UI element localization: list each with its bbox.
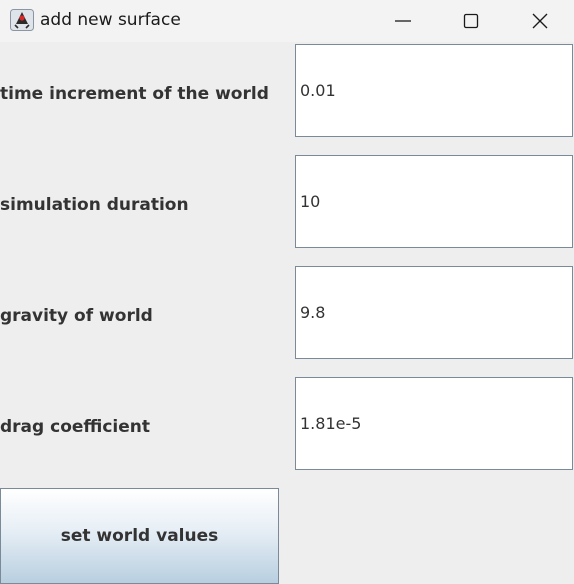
set-world-values-button[interactable]: set world values	[0, 488, 279, 584]
drag-coefficient-input[interactable]	[295, 377, 573, 470]
gravity-input[interactable]	[295, 266, 573, 359]
java-duke-icon	[10, 9, 34, 31]
maximize-icon	[463, 13, 479, 29]
window-title: add new surface	[40, 10, 181, 30]
time-increment-label: time increment of the world	[0, 84, 269, 104]
title-bar[interactable]: add new surface	[0, 0, 574, 42]
simulation-duration-label: simulation duration	[0, 195, 189, 215]
time-increment-input[interactable]	[295, 44, 573, 137]
gravity-label: gravity of world	[0, 306, 153, 326]
minimize-icon	[395, 20, 411, 22]
maximize-button[interactable]	[437, 0, 505, 42]
drag-coefficient-label: drag coefficient	[0, 417, 151, 437]
simulation-duration-input[interactable]	[295, 155, 573, 248]
close-icon	[532, 13, 548, 29]
minimize-button[interactable]	[369, 0, 437, 42]
close-button[interactable]	[506, 0, 574, 42]
